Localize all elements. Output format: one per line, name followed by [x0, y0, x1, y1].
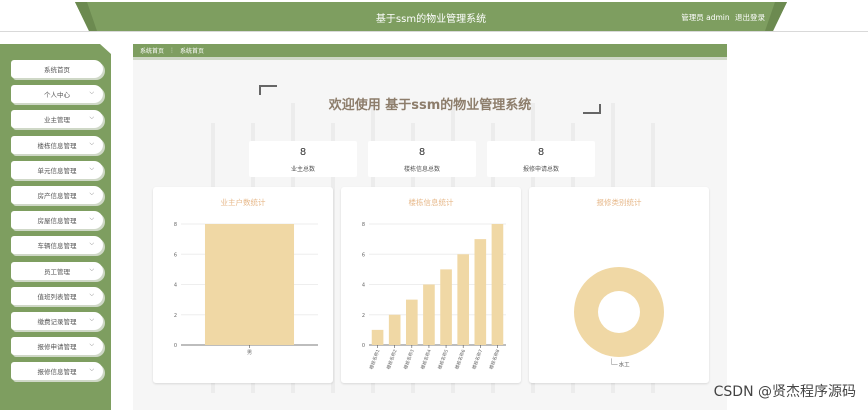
- bar: [457, 254, 470, 345]
- sidebar-item-label: 房产信息管理: [37, 192, 77, 200]
- decor-corner-bottom-right: [583, 104, 601, 114]
- chart-card-buildings: 楼栋信息统计 0 2 4 6 8 楼栋名称1 楼栋名称2 楼栋名称3 楼栋名称4 楼栋名称5 楼栋名…: [341, 187, 521, 383]
- x-tick-label: 楼栋名称1: [368, 348, 382, 370]
- sidebar-item[interactable]: 车辆信息管理 ⌵: [11, 236, 103, 255]
- bar: [371, 329, 384, 345]
- sidebar-item[interactable]: 报修信息管理 ⌵: [11, 362, 103, 381]
- sidebar-item-label: 房屋信息管理: [37, 217, 77, 226]
- sidebar-item[interactable]: 缴费记录管理 ⌵: [11, 312, 103, 330]
- sidebar-item[interactable]: 房产信息管理 ⌵: [11, 186, 103, 204]
- slice-label: 水工: [619, 360, 631, 368]
- chevron-down-icon: ⌵: [89, 366, 94, 374]
- y-tick-label: 6: [174, 252, 177, 258]
- top-header-bar: 基于ssm的物业管理系统 管理员 admin 退出登录: [75, 2, 787, 31]
- header-divider: [0, 31, 868, 32]
- bar: [474, 239, 487, 345]
- breadcrumb-separator: ⋮: [169, 47, 176, 54]
- chevron-down-icon: ⌵: [89, 341, 94, 349]
- bar: [204, 224, 295, 345]
- x-tick-label: 楼栋名称7: [470, 348, 484, 370]
- bar: [405, 299, 418, 345]
- sidebar-item-label: 系统首页: [44, 66, 70, 74]
- watermark: CSDN @贤杰程序源码: [713, 384, 856, 400]
- welcome-heading: 欢迎使用 基于ssm的物业管理系统: [328, 98, 532, 113]
- sidebar-item[interactable]: 楼栋信息管理 ⌵: [11, 135, 103, 154]
- logout-link[interactable]: 退出登录: [735, 13, 765, 22]
- stat-card-buildings: 8 楼栋信息总数: [368, 141, 476, 177]
- sidebar-item-label: 缴费记录管理: [37, 318, 77, 326]
- building-bar-chart: 0 2 4 6 8 楼栋名称1 楼栋名称2 楼栋名称3 楼栋名称4 楼栋名称5 楼栋名称6 楼栋名称7…: [362, 222, 506, 370]
- y-tick-label: 0: [174, 343, 177, 349]
- stat-card-repairs: 8 报修申请总数: [487, 141, 595, 177]
- sidebar-item-label: 报修申请管理: [37, 343, 77, 352]
- sidebar-item-label: 值班列表管理: [37, 292, 77, 301]
- y-tick-label: 8: [362, 222, 365, 228]
- donut-slice: [574, 267, 664, 357]
- breadcrumb-root[interactable]: 系统首页: [140, 46, 164, 55]
- bar: [388, 314, 401, 345]
- slice-leader-line: [611, 358, 618, 365]
- sidebar-item[interactable]: 员工管理 ⌵: [11, 261, 103, 280]
- sidebar-item[interactable]: 个人中心 ⌵: [11, 85, 103, 104]
- sidebar-item-label: 员工管理: [44, 267, 70, 276]
- chevron-down-icon: ⌵: [89, 164, 94, 172]
- bar: [423, 284, 435, 345]
- bar: [440, 269, 452, 345]
- sidebar-item-label: 业主管理: [44, 116, 70, 125]
- stat-value: 8: [537, 147, 545, 158]
- sidebar-item[interactable]: 系统首页: [11, 60, 103, 78]
- sidebar-item[interactable]: 业主管理 ⌵: [11, 110, 103, 129]
- chevron-down-icon: ⌵: [89, 240, 94, 248]
- x-tick-label: 楼栋名称5: [436, 348, 450, 370]
- sidebar-item-label: 单元信息管理: [37, 166, 77, 175]
- user-label[interactable]: 管理员 admin: [681, 13, 729, 22]
- main-content: 系统首页 ⋮ 系统首页 欢迎使用 基于ssm的物业管理系统 8 业主总数 8 楼…: [133, 44, 727, 410]
- stat-value: 8: [418, 147, 426, 158]
- stat-label: 楼栋信息总数: [403, 166, 440, 173]
- stat-label: 业主总数: [290, 166, 315, 173]
- x-tick-label: 楼栋名称3: [402, 348, 416, 370]
- chevron-down-icon: ⌵: [89, 139, 94, 147]
- chevron-down-icon: ⌵: [89, 89, 94, 97]
- stat-label: 报修申请总数: [522, 166, 559, 173]
- y-tick-label: 4: [174, 283, 177, 289]
- y-tick-label: 2: [174, 313, 177, 319]
- owner-bar-chart: 0 2 4 6 8 男: [174, 222, 318, 356]
- chevron-down-icon: ⌵: [89, 215, 94, 223]
- stat-card-owners: 8 业主总数: [249, 141, 357, 177]
- y-tick-label: 0: [362, 343, 365, 349]
- x-tick-label: 楼栋名称2: [385, 348, 399, 370]
- breadcrumb-current: 系统首页: [180, 48, 205, 55]
- y-tick-label: 2: [362, 313, 365, 319]
- chevron-down-icon: ⌵: [89, 190, 94, 197]
- sidebar-item[interactable]: 值班列表管理 ⌵: [11, 286, 103, 305]
- sidebar-item-label: 楼栋信息管理: [37, 141, 77, 150]
- repair-type-donut-chart: 水工: [574, 267, 664, 368]
- user-area: 管理员 admin 退出登录: [678, 12, 765, 23]
- chart-card-owners: 业主户数统计 02468男: [153, 187, 333, 383]
- sidebar-item[interactable]: 房屋信息管理 ⌵: [11, 211, 103, 230]
- x-tick-label: 楼栋名称8: [488, 348, 502, 370]
- sidebar-item[interactable]: 报修申请管理 ⌵: [11, 337, 103, 356]
- chevron-down-icon: ⌵: [89, 114, 94, 122]
- sidebar: 系统首页 个人中心 ⌵ 业主管理 ⌵ 楼栋信息管理 ⌵ 单元信息管理 ⌵ 房产信息管理 ⌵ 房屋信息管…: [0, 44, 111, 410]
- sidebar-item-label: 个人中心: [44, 91, 70, 100]
- y-tick-label: 8: [174, 222, 177, 228]
- chevron-down-icon: ⌵: [89, 290, 94, 298]
- x-tick-label: 楼栋名称4: [419, 348, 433, 370]
- sidebar-item[interactable]: 单元信息管理 ⌵: [11, 160, 103, 179]
- y-tick-label: 6: [362, 252, 365, 258]
- chart-card-repair-types: 报修类别统计 水工: [529, 187, 709, 383]
- bar: [491, 224, 504, 345]
- x-tick-label: 楼栋名称6: [453, 348, 467, 370]
- chevron-down-icon: ⌵: [89, 316, 94, 323]
- x-tick-label: 男: [247, 350, 252, 356]
- sidebar-item-label: 报修信息管理: [37, 368, 77, 377]
- chevron-down-icon: ⌵: [89, 265, 94, 273]
- y-tick-label: 4: [362, 283, 365, 289]
- breadcrumb: 系统首页 ⋮ 系统首页: [133, 44, 727, 60]
- sidebar-item-label: 车辆信息管理: [37, 242, 77, 251]
- stat-value: 8: [299, 147, 307, 158]
